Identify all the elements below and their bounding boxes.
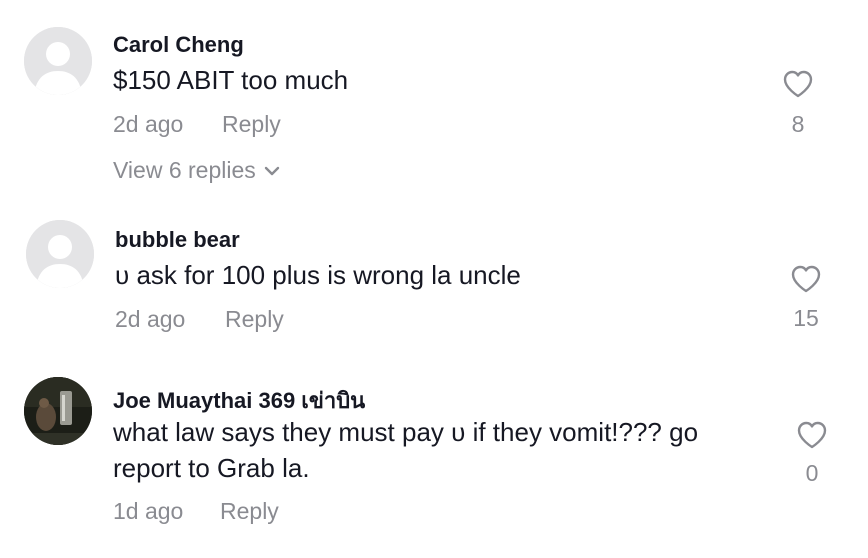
default-avatar-icon: [24, 27, 92, 95]
comment-item: Carol Cheng $150 ABIT too much 2d ago Re…: [0, 0, 868, 200]
comment-text: what law says they must pay ᴜ if they vo…: [113, 417, 699, 483]
like-button[interactable]: [791, 265, 821, 293]
avatar[interactable]: [24, 27, 92, 95]
like-count: 0: [805, 460, 819, 486]
comment-username[interactable]: bubble bear: [115, 227, 240, 253]
avatar[interactable]: [24, 377, 92, 445]
comment-timestamp: 2d ago: [113, 111, 184, 137]
comment-username[interactable]: Joe Muaythai 369 เข่าบิน: [113, 383, 365, 418]
comment-item: Joe Muaythai 369 เข่าบิน what law says t…: [0, 360, 868, 558]
comment-text: ᴜ ask for 100 plus is wrong la uncle: [115, 260, 521, 290]
heart-outline-icon: [797, 421, 827, 449]
reply-button[interactable]: Reply: [222, 111, 281, 138]
photo-avatar: [24, 377, 92, 445]
chevron-down-icon: [264, 166, 279, 175]
avatar[interactable]: [26, 220, 94, 288]
like-count: 8: [791, 111, 805, 137]
comment-username[interactable]: Carol Cheng: [113, 32, 244, 58]
comment-timestamp: 1d ago: [113, 498, 184, 524]
default-avatar-icon: [26, 220, 94, 288]
comment-item: bubble bear ᴜ ask for 100 plus is wrong …: [0, 200, 868, 360]
like-button[interactable]: [783, 70, 813, 98]
reply-button[interactable]: Reply: [220, 498, 279, 525]
comment-timestamp: 2d ago: [115, 306, 186, 332]
reply-button[interactable]: Reply: [225, 306, 284, 333]
comment-text: $150 ABIT too much: [113, 65, 349, 95]
view-replies-label: View 6 replies: [113, 157, 256, 183]
heart-outline-icon: [783, 70, 813, 98]
like-count: 15: [793, 305, 819, 331]
like-button[interactable]: [797, 421, 827, 449]
view-replies-button[interactable]: View 6 replies: [113, 157, 280, 184]
heart-outline-icon: [791, 265, 821, 293]
